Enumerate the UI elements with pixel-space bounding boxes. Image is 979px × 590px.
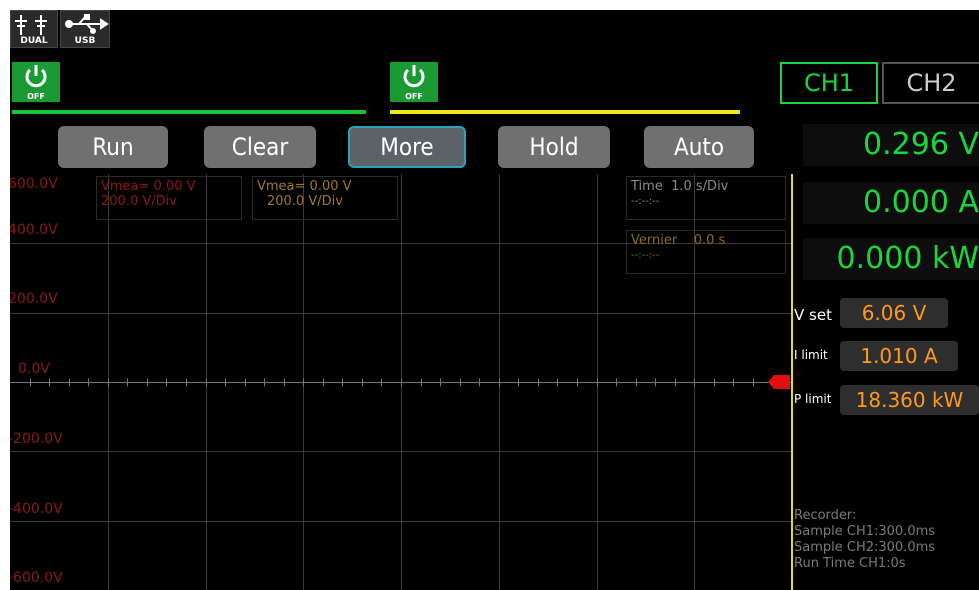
recorder-info: Recorder: Sample CH1:300.0ms Sample CH2:… [794, 508, 935, 572]
ch2-power-button[interactable]: OFF [390, 62, 438, 102]
tab-ch1-label: CH1 [803, 69, 855, 97]
ch2-measure-box: Vmea= 0.00 V 200.0 V/Div [252, 176, 398, 220]
ch1-indicator-line [12, 110, 366, 114]
more-button[interactable]: More [348, 126, 466, 168]
y-label: -600.0V [10, 570, 63, 586]
time-box[interactable]: Time 1.0 s/Div --:--:-- [626, 176, 786, 220]
y-label: -200.0V [10, 431, 63, 447]
time-value: 1.0 s/Div [671, 179, 729, 194]
ch2-indicator-line [390, 110, 740, 114]
dual-label: DUAL [20, 36, 48, 46]
clear-button[interactable]: Clear [204, 126, 316, 168]
y-label: 600.0V [10, 176, 58, 192]
y-label: 200.0V [10, 291, 58, 307]
dual-output-icon [15, 15, 47, 35]
i-limit-field[interactable]: 1.010 A [840, 341, 958, 371]
v-set-field[interactable]: 6.06 V [840, 298, 948, 328]
y-label: 400.0V [10, 222, 58, 238]
ch1-power-button[interactable]: OFF [12, 62, 60, 102]
ch1-scale: 200.0 V/Div [101, 194, 177, 209]
power-readout: 0.000 kW [803, 238, 979, 280]
ch2-scale: 200.0 V/Div [267, 194, 343, 209]
hold-button[interactable]: Hold [498, 126, 610, 168]
tab-ch1[interactable]: CH1 [780, 62, 878, 104]
usb-status-icon[interactable]: USB [60, 10, 110, 48]
ch1-vmea: Vmea= 0.00 V [101, 179, 196, 194]
y-label: -400.0V [10, 501, 63, 517]
recorder-title: Recorder: [794, 508, 857, 523]
y-label: 0.0V [18, 361, 50, 377]
power-icon [403, 65, 425, 88]
auto-button[interactable]: Auto [644, 126, 754, 168]
i-limit-label: I limit [794, 348, 828, 362]
usb-label: USB [74, 36, 96, 46]
p-limit-field[interactable]: 18.360 kW [840, 385, 979, 415]
dual-mode-icon[interactable]: DUAL [10, 10, 58, 48]
run-button[interactable]: Run [58, 126, 168, 168]
vernier-label: Vernier [631, 233, 678, 248]
zero-level-marker-icon[interactable] [768, 373, 792, 391]
ch1-power-state: OFF [27, 92, 45, 101]
tab-ch2-label: CH2 [906, 69, 957, 97]
time-sub: --:--:-- [631, 196, 660, 207]
ch1-measure-box: Vmea= 0.00 V 200.0 V/Div [96, 176, 242, 220]
time-label: Time [631, 179, 663, 194]
p-limit-label: P limit [794, 392, 832, 406]
recorder-sample-ch1: Sample CH1:300.0ms [794, 524, 936, 539]
vernier-value: 0.0 s [693, 233, 726, 248]
current-readout: 0.000 A [803, 182, 979, 224]
ch2-power-state: OFF [405, 92, 423, 101]
power-icon [25, 65, 47, 88]
time-cursor-line[interactable] [791, 174, 793, 590]
vernier-box[interactable]: Vernier 0.0 s --:--:-- [626, 230, 786, 274]
usb-icon [65, 14, 109, 34]
ch2-vmea: Vmea= 0.00 V [257, 179, 352, 194]
recorder-sample-ch2: Sample CH2:300.0ms [794, 540, 936, 555]
tab-ch2[interactable]: CH2 [882, 62, 979, 104]
recorder-run-time-ch1: Run Time CH1:0s [794, 556, 906, 571]
vernier-sub: --:--:-- [631, 250, 660, 261]
waveform-plot[interactable]: 600.0V 400.0V 200.0V 0.0V -200.0V -400.0… [10, 174, 792, 590]
v-set-label: V set [794, 306, 832, 324]
instrument-screen: DUAL USB OFF OFF CH1 CH2 Run Clear More … [10, 10, 979, 590]
voltage-readout: 0.296 V [803, 124, 979, 166]
